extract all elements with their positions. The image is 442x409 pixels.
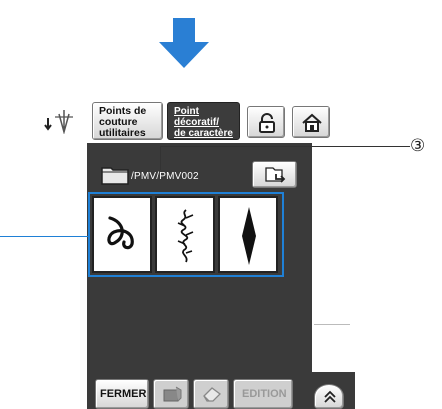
stitch-cell[interactable] bbox=[218, 196, 278, 273]
storage-divider bbox=[314, 324, 350, 325]
folder-up-icon bbox=[265, 167, 286, 183]
folder-icon[interactable] bbox=[100, 164, 130, 186]
used-value: 0 bbox=[333, 298, 341, 313]
utility-stitches-button[interactable]: Points de couture utilitaires bbox=[92, 102, 163, 140]
left-leader-line bbox=[0, 236, 88, 237]
memory-button[interactable] bbox=[153, 379, 189, 409]
decorative-stitches-label: Point décoratif/ de caractère bbox=[174, 106, 233, 139]
close-button[interactable]: FERMER bbox=[95, 379, 149, 409]
loop-stitch-icon bbox=[107, 216, 134, 250]
stitch-cell[interactable] bbox=[155, 196, 215, 273]
unlock-icon bbox=[259, 113, 275, 133]
usb-icon bbox=[327, 356, 347, 368]
decorative-stitches-button[interactable]: Point décoratif/ de caractère bbox=[167, 102, 240, 140]
home-button[interactable] bbox=[292, 106, 330, 138]
parent-folder-button[interactable] bbox=[252, 161, 297, 188]
down-arrow-icon bbox=[159, 18, 209, 68]
eraser-icon bbox=[203, 387, 221, 402]
lock-button[interactable] bbox=[247, 106, 285, 138]
folder-path: /PMV/PMV002 bbox=[131, 171, 199, 182]
scroll-up-button[interactable] bbox=[314, 384, 344, 409]
delete-button[interactable] bbox=[193, 379, 229, 409]
free-unit: MB bbox=[329, 344, 343, 353]
callout-leader bbox=[160, 146, 410, 147]
free-value: 1902 bbox=[315, 329, 345, 344]
callout-leader-vertical bbox=[160, 146, 161, 170]
chevron-double-up-icon bbox=[324, 390, 336, 403]
used-unit: KB bbox=[331, 312, 343, 321]
edit-button[interactable]: EDITION bbox=[233, 379, 293, 409]
callout-number: ③ bbox=[410, 136, 426, 156]
close-button-label: FERMER bbox=[100, 388, 147, 400]
stitch-cell[interactable] bbox=[92, 196, 152, 273]
diamond-satin-stitch-icon bbox=[242, 207, 256, 265]
home-icon bbox=[302, 113, 322, 132]
needle-position-icon[interactable] bbox=[42, 108, 76, 134]
edit-button-label: EDITION bbox=[242, 388, 287, 400]
floral-stitch-icon bbox=[177, 209, 194, 263]
memory-pocket-icon bbox=[163, 386, 182, 402]
utility-stitches-label: Points de couture utilitaires bbox=[99, 105, 147, 139]
